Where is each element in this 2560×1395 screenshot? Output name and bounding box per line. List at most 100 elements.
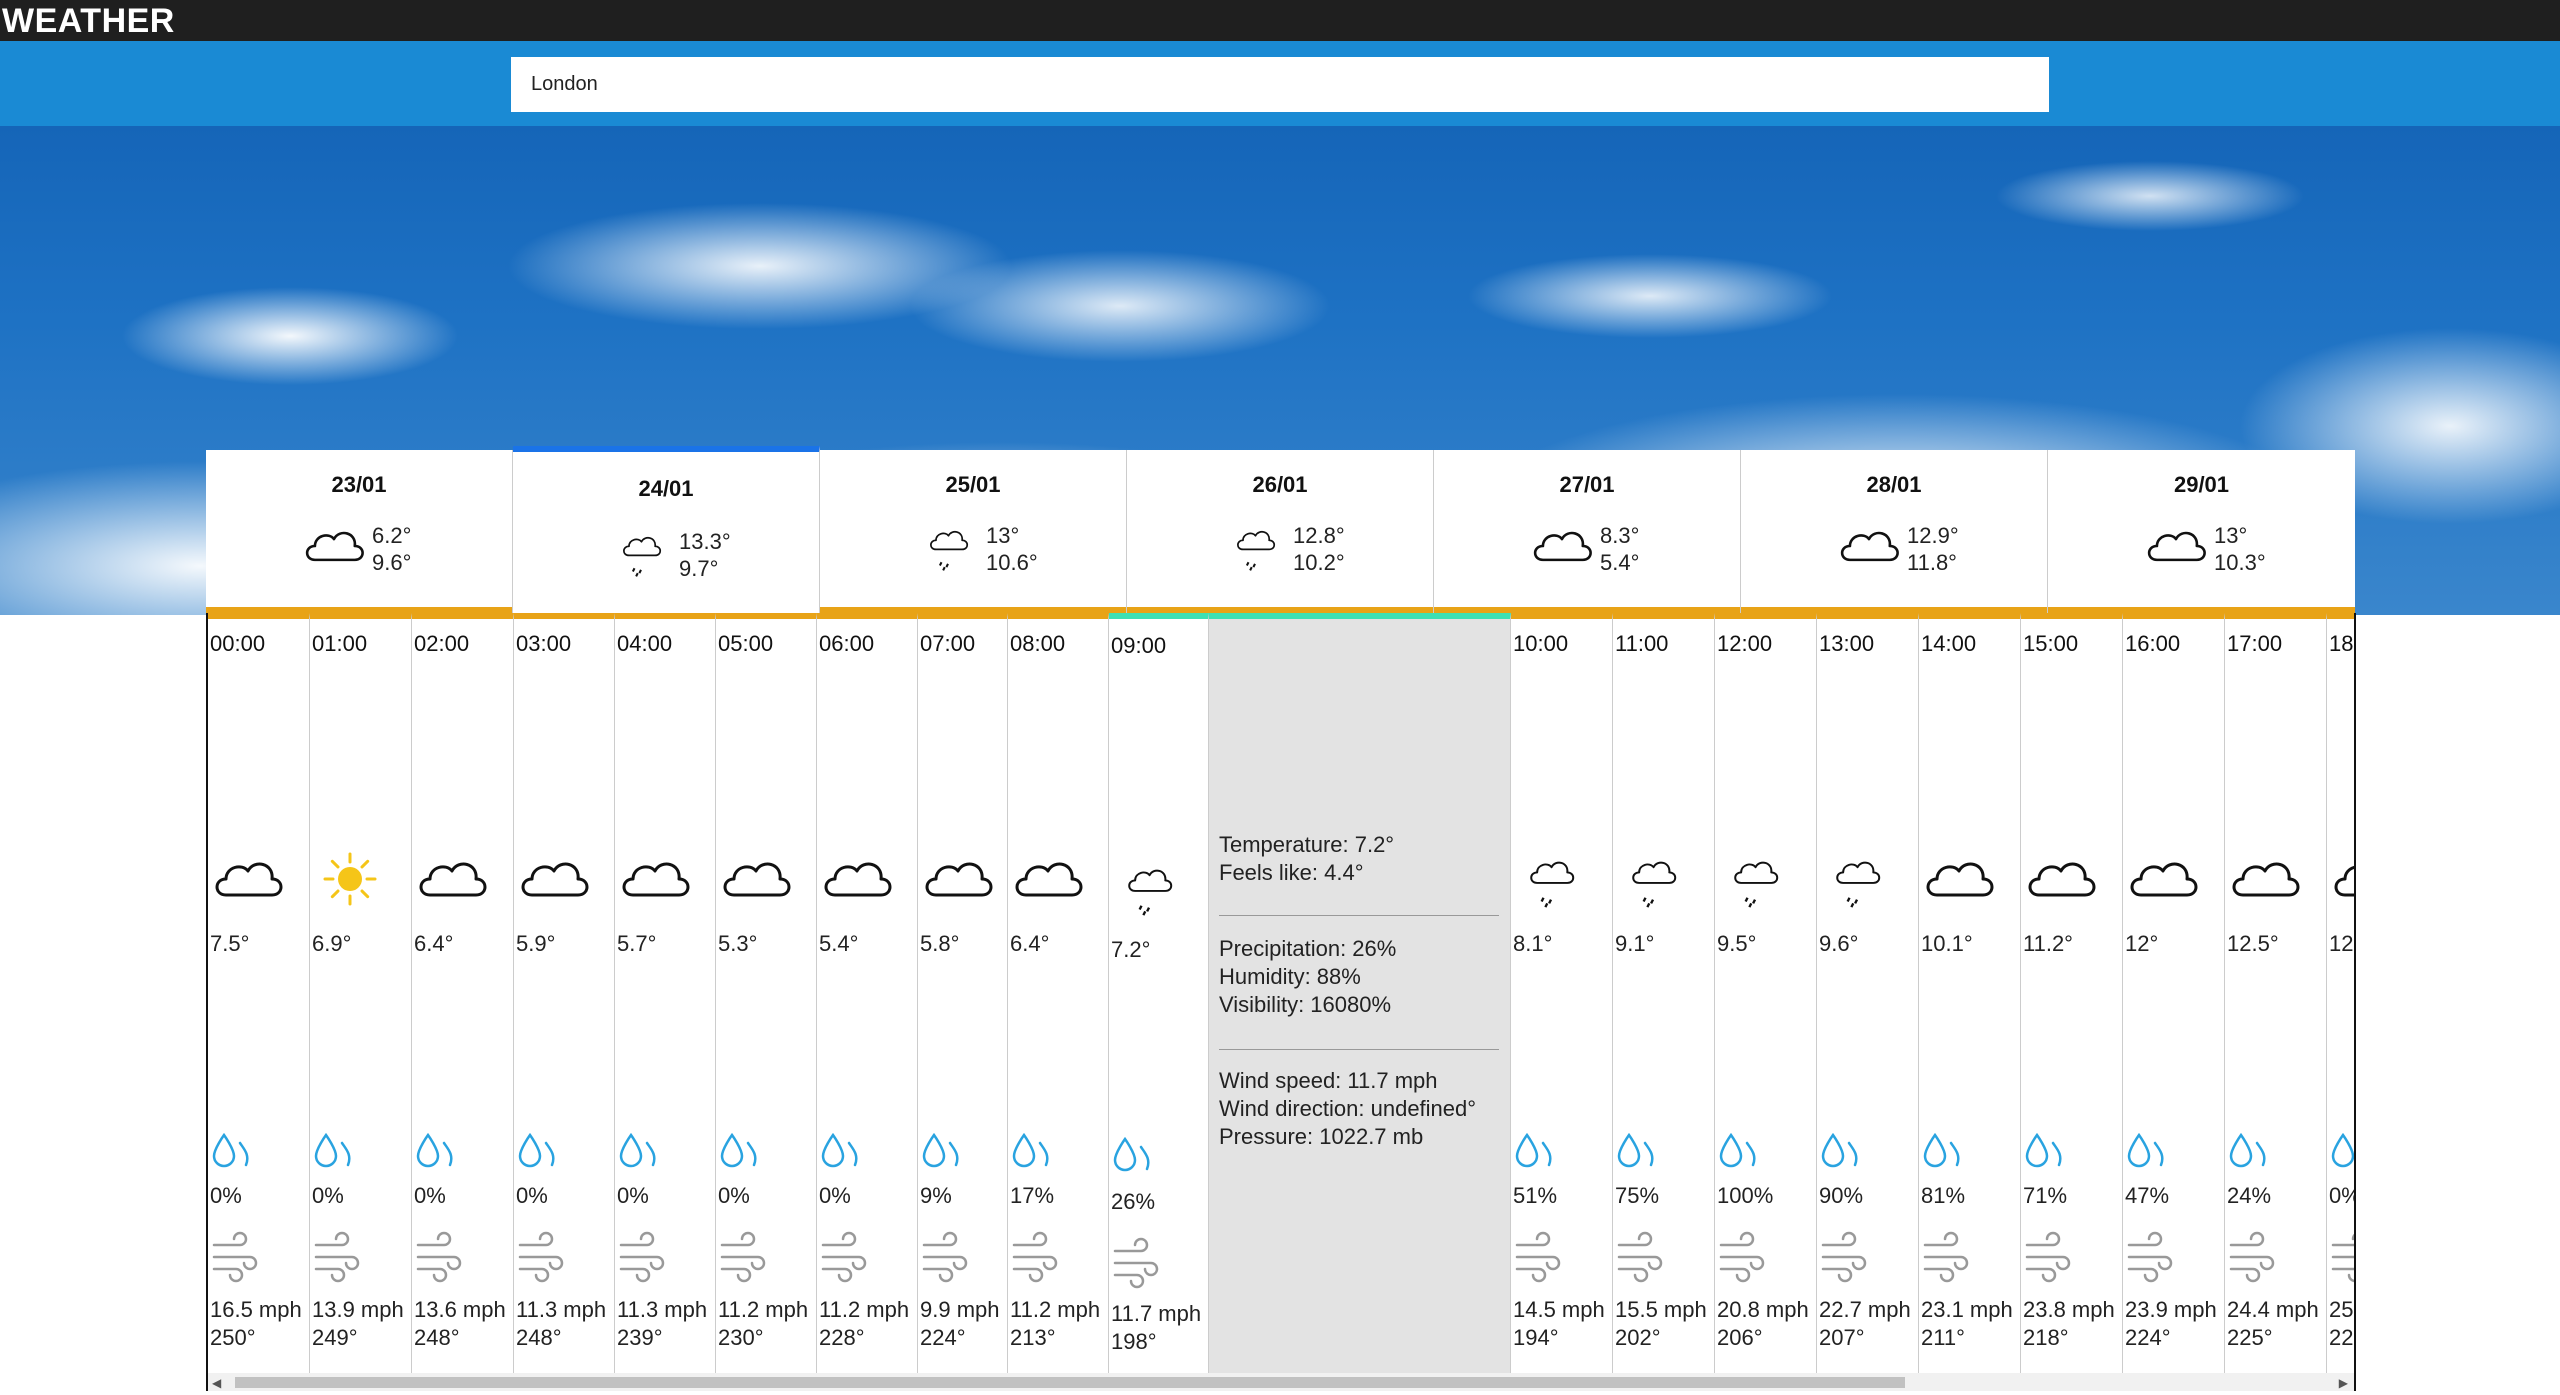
hour-time: 03:00 [516,631,572,656]
day-tab-27-01[interactable]: 27/01 8.3° 5.4° [1434,450,1741,613]
hour-time: 14:00 [1921,631,1977,656]
scroll-right-icon[interactable]: ▶ [2339,1376,2348,1390]
wind-icon [617,1231,665,1283]
detail-temperature: Temperature: 7.2° [1219,832,1395,857]
hour-temperature: 5.7° [617,931,657,956]
raindrops-icon [2023,1129,2067,1173]
wind-icon [1921,1231,1969,1283]
cloud-icon [2329,849,2354,909]
hour-wind-direction: 248° [414,1325,460,1350]
hour-column-1300[interactable]: 13:00 9.6° 90% 22.7 mph 207° [1817,613,1919,1373]
hour-column-1100[interactable]: 11:00 9.1° 75% 15.5 mph 202° [1613,613,1715,1373]
hour-wind-direction: 211° [1921,1325,1965,1350]
hour-column-0300[interactable]: 03:00 5.9° 0% 11.3 mph 248° [514,613,615,1373]
hour-column-1800[interactable]: 18:00 12 0% 25 22 [2327,613,2354,1373]
hour-time: 11:00 [1615,631,1669,656]
hour-column-1400[interactable]: 14:00 10.1° 81% 23.1 mph 211° [1919,613,2021,1373]
day-tab-29-01[interactable]: 29/01 13° 10.3° [2048,450,2355,613]
hour-column-0400[interactable]: 04:00 5.7° 0% 11.3 mph 239° [615,613,716,1373]
location-search-input[interactable] [511,57,2049,112]
day-low-temp: 10.6° [986,550,1038,575]
hour-wind-speed: 24.4 mph [2227,1297,2319,1322]
cloud-icon [2138,520,2214,572]
app-header: WEATHER [0,0,2560,41]
cloud-icon [1831,520,1907,572]
hour-column-1700[interactable]: 17:00 12.5° 24% 24.4 mph 225° [2225,613,2327,1373]
raindrops-icon [2329,1129,2354,1173]
raindrops-icon [1513,1129,1557,1173]
hour-temperature: 6.9° [312,931,352,956]
detail-wind-section: Wind speed: 11.7 mph Wind direction: und… [1219,1067,1499,1151]
hour-time: 05:00 [718,631,774,656]
day-low-temp: 9.6° [372,550,412,575]
wind-icon [920,1231,968,1283]
hour-precipitation: 0% [414,1183,446,1208]
hour-temperature: 7.2° [1111,937,1151,962]
scroll-left-icon[interactable]: ◀ [212,1376,221,1390]
hour-column-1000[interactable]: 10:00 8.1° 51% 14.5 mph 194° [1511,613,1613,1373]
day-date: 27/01 [1559,472,1615,497]
cloud-rain-icon [1513,849,1589,909]
raindrops-icon [2227,1129,2271,1173]
hour-time: 09:00 [1111,633,1167,658]
day-date: 25/01 [945,472,1001,497]
cloud-rain-icon [910,520,986,572]
hour-temperature: 6.4° [414,931,454,956]
hour-precipitation: 0% [2329,1183,2354,1208]
hour-wind-speed: 15.5 mph [1615,1297,1707,1322]
day-tab-25-01[interactable]: 25/01 13° 10.6° [820,450,1127,613]
hour-column-0000[interactable]: 00:00 7.5° 0% 16.5 mph 250° [208,613,310,1373]
hour-column-0100[interactable]: 01:00 6.9° 0% 13.9 mph 249° [310,613,412,1373]
hourly-forecast-panel: 00:00 7.5° 0% 16.5 mph 250° 01:00 6.9° 0… [206,613,2356,1391]
hour-precipitation: 47% [2125,1183,2170,1208]
hour-wind-speed: 11.2 mph [1010,1297,1101,1322]
hour-wind-speed: 25 [2329,1297,2354,1322]
raindrops-icon [1111,1133,1155,1177]
hour-wind-speed: 11.2 mph [718,1297,809,1322]
day-high-temp: 12.9° [1907,523,1959,548]
hour-time: 15:00 [2023,631,2079,656]
hour-wind-direction: 228° [819,1325,865,1350]
raindrops-icon [819,1129,863,1173]
hour-time: 12:00 [1717,631,1773,656]
day-tab-24-01[interactable]: 24/01 13.3° 9.7° [513,446,820,613]
day-date: 24/01 [638,476,694,501]
hour-column-0500[interactable]: 05:00 5.3° 0% 11.2 mph 230° [716,613,817,1373]
hour-wind-direction: 230° [718,1325,764,1350]
day-date: 29/01 [2173,472,2230,497]
cloud-icon [1524,520,1600,572]
hour-temperature: 12 [2329,931,2354,956]
hour-temperature: 8.1° [1513,931,1553,956]
hour-column-0700[interactable]: 07:00 5.8° 9% 9.9 mph 224° [918,613,1008,1373]
wind-icon [414,1231,462,1283]
hour-wind-speed: 13.6 mph [414,1297,506,1322]
day-tab-26-01[interactable]: 26/01 12.8° 10.2° [1127,450,1434,613]
hour-wind-speed: 23.8 mph [2023,1297,2115,1322]
hour-wind-direction: 194° [1513,1325,1559,1350]
hour-column-1200[interactable]: 12:00 9.5° 100% 20.8 mph 206° [1715,613,1817,1373]
hour-wind-direction: 224° [2125,1325,2171,1350]
hour-column-1600[interactable]: 16:00 12° 47% 23.9 mph 224° [2123,613,2225,1373]
hour-column-1500[interactable]: 15:00 11.2° 71% 23.8 mph 218° [2021,613,2123,1373]
hour-temperature: 5.3° [718,931,758,956]
hour-column-0800[interactable]: 08:00 6.4° 17% 11.2 mph 213° [1008,613,1109,1373]
hour-column-0200[interactable]: 02:00 6.4° 0% 13.6 mph 248° [412,613,514,1373]
cloud-rain-icon [1615,849,1691,909]
hour-column-0600[interactable]: 06:00 5.4° 0% 11.2 mph 228° [817,613,918,1373]
cloud-rain-icon [603,526,679,578]
day-high-temp: 13° [986,523,1020,548]
day-temperatures: 13.3° 9.7° [679,528,731,582]
cloud-icon [617,849,693,909]
scrollbar-thumb[interactable] [235,1377,1905,1388]
hour-wind-direction: 248° [516,1325,562,1350]
cloud-icon [296,520,372,572]
hour-time: 00:00 [210,631,266,656]
hour-temperature: 5.4° [819,931,859,956]
day-tab-28-01[interactable]: 28/01 12.9° 11.8° [1741,450,2048,613]
hour-column-0900[interactable]: 09:00 7.2° 26% 11.7 mph 198° [1109,613,1209,1373]
divider [1219,915,1499,916]
horizontal-scrollbar[interactable]: ◀ ▶ [208,1373,2354,1391]
day-tab-23-01[interactable]: 23/01 6.2° 9.6° [206,450,513,613]
day-date: 28/01 [1866,472,1922,497]
raindrops-icon [2125,1129,2169,1173]
